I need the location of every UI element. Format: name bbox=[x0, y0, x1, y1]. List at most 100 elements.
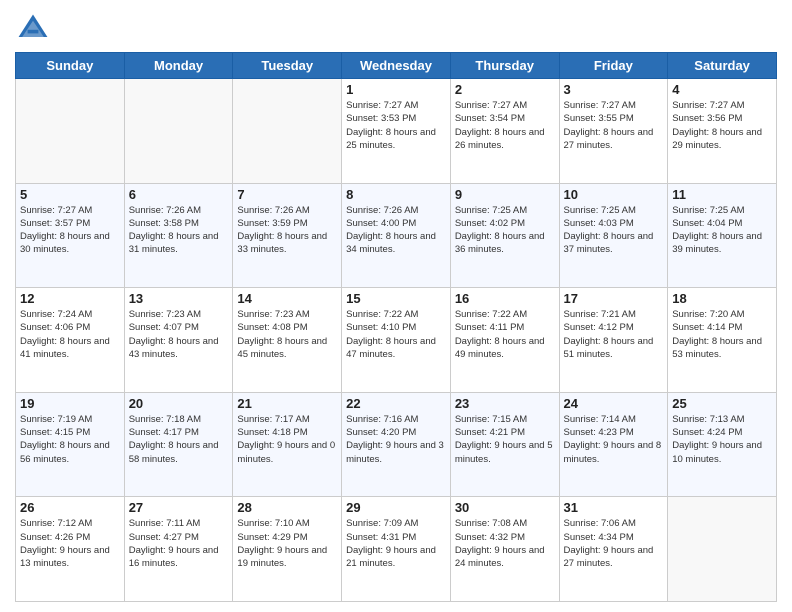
day-number: 17 bbox=[564, 291, 664, 306]
day-number: 8 bbox=[346, 187, 446, 202]
calendar-cell: 27Sunrise: 7:11 AM Sunset: 4:27 PM Dayli… bbox=[124, 497, 233, 602]
day-header-tuesday: Tuesday bbox=[233, 53, 342, 79]
day-info: Sunrise: 7:26 AM Sunset: 3:58 PM Dayligh… bbox=[129, 204, 229, 257]
day-header-monday: Monday bbox=[124, 53, 233, 79]
day-header-friday: Friday bbox=[559, 53, 668, 79]
day-number: 22 bbox=[346, 396, 446, 411]
header bbox=[15, 10, 777, 46]
day-info: Sunrise: 7:15 AM Sunset: 4:21 PM Dayligh… bbox=[455, 413, 555, 466]
day-header-sunday: Sunday bbox=[16, 53, 125, 79]
calendar-cell: 11 Sunrise: 7:25 AM Sunset: 4:04 PM Dayli… bbox=[668, 183, 777, 288]
day-number: 30 bbox=[455, 500, 555, 515]
day-info: Sunrise: 7:12 AM Sunset: 4:26 PM Dayligh… bbox=[20, 517, 120, 570]
calendar-cell: 1Sunrise: 7:27 AM Sunset: 3:53 PM Daylig… bbox=[342, 79, 451, 184]
calendar-cell: 26 Sunrise: 7:12 AM Sunset: 4:26 PM Dayli… bbox=[16, 497, 125, 602]
calendar-week-2: 5Sunrise: 7:27 AM Sunset: 3:57 PM Daylig… bbox=[16, 183, 777, 288]
day-header-wednesday: Wednesday bbox=[342, 53, 451, 79]
calendar-cell: 13 Sunrise: 7:23 AM Sunset: 4:07 PM Dayli… bbox=[124, 288, 233, 393]
day-number: 9 bbox=[455, 187, 555, 202]
day-number: 13 bbox=[129, 291, 229, 306]
day-number: 5 bbox=[20, 187, 120, 202]
day-header-saturday: Saturday bbox=[668, 53, 777, 79]
day-info: Sunrise: 7:20 AM Sunset: 4:14 PM Dayligh… bbox=[672, 308, 772, 361]
day-number: 16 bbox=[455, 291, 555, 306]
calendar-cell: 31 Sunrise: 7:06 AM Sunset: 4:34 PM Dayli… bbox=[559, 497, 668, 602]
day-number: 14 bbox=[237, 291, 337, 306]
day-number: 3 bbox=[564, 82, 664, 97]
calendar-cell: 9 Sunrise: 7:25 AM Sunset: 4:02 PM Daylig… bbox=[450, 183, 559, 288]
day-number: 24 bbox=[564, 396, 664, 411]
logo-icon bbox=[15, 10, 51, 46]
calendar-cell: 6 Sunrise: 7:26 AM Sunset: 3:58 PM Daylig… bbox=[124, 183, 233, 288]
calendar-cell bbox=[233, 79, 342, 184]
calendar-cell: 25 Sunrise: 7:13 AM Sunset: 4:24 PM Dayli… bbox=[668, 392, 777, 497]
calendar-cell: 22 Sunrise: 7:16 AM Sunset: 4:20 PM Dayli… bbox=[342, 392, 451, 497]
calendar-cell: 29Sunrise: 7:09 AM Sunset: 4:31 PM Dayli… bbox=[342, 497, 451, 602]
calendar-cell: 3Sunrise: 7:27 AM Sunset: 3:55 PM Daylig… bbox=[559, 79, 668, 184]
calendar-table: SundayMondayTuesdayWednesdayThursdayFrid… bbox=[15, 52, 777, 602]
day-info: Sunrise: 7:23 AM Sunset: 4:07 PM Dayligh… bbox=[129, 308, 229, 361]
day-number: 11 bbox=[672, 187, 772, 202]
calendar-cell: 7 Sunrise: 7:26 AM Sunset: 3:59 PM Daylig… bbox=[233, 183, 342, 288]
day-number: 23 bbox=[455, 396, 555, 411]
day-number: 7 bbox=[237, 187, 337, 202]
day-info: Sunrise: 7:16 AM Sunset: 4:20 PM Dayligh… bbox=[346, 413, 446, 466]
calendar-week-1: 1Sunrise: 7:27 AM Sunset: 3:53 PM Daylig… bbox=[16, 79, 777, 184]
logo bbox=[15, 10, 55, 46]
calendar-cell: 2 Sunrise: 7:27 AM Sunset: 3:54 PM Daylig… bbox=[450, 79, 559, 184]
day-info: Sunrise: 7:10 AM Sunset: 4:29 PM Dayligh… bbox=[237, 517, 337, 570]
calendar-header-row: SundayMondayTuesdayWednesdayThursdayFrid… bbox=[16, 53, 777, 79]
day-number: 26 bbox=[20, 500, 120, 515]
calendar-cell: 10Sunrise: 7:25 AM Sunset: 4:03 PM Dayli… bbox=[559, 183, 668, 288]
calendar-cell: 24 Sunrise: 7:14 AM Sunset: 4:23 PM Dayli… bbox=[559, 392, 668, 497]
day-info: Sunrise: 7:06 AM Sunset: 4:34 PM Dayligh… bbox=[564, 517, 664, 570]
day-number: 15 bbox=[346, 291, 446, 306]
day-info: Sunrise: 7:23 AM Sunset: 4:08 PM Dayligh… bbox=[237, 308, 337, 361]
calendar-week-5: 26 Sunrise: 7:12 AM Sunset: 4:26 PM Dayli… bbox=[16, 497, 777, 602]
day-number: 12 bbox=[20, 291, 120, 306]
calendar-cell: 20 Sunrise: 7:18 AM Sunset: 4:17 PM Dayli… bbox=[124, 392, 233, 497]
calendar-cell: 21 Sunrise: 7:17 AM Sunset: 4:18 PM Dayli… bbox=[233, 392, 342, 497]
calendar-cell: 12Sunrise: 7:24 AM Sunset: 4:06 PM Dayli… bbox=[16, 288, 125, 393]
day-info: Sunrise: 7:08 AM Sunset: 4:32 PM Dayligh… bbox=[455, 517, 555, 570]
calendar-cell: 19Sunrise: 7:19 AM Sunset: 4:15 PM Dayli… bbox=[16, 392, 125, 497]
day-header-thursday: Thursday bbox=[450, 53, 559, 79]
day-number: 29 bbox=[346, 500, 446, 515]
calendar-cell: 23 Sunrise: 7:15 AM Sunset: 4:21 PM Dayli… bbox=[450, 392, 559, 497]
calendar-cell: 30 Sunrise: 7:08 AM Sunset: 4:32 PM Dayli… bbox=[450, 497, 559, 602]
calendar-cell: 17 Sunrise: 7:21 AM Sunset: 4:12 PM Dayli… bbox=[559, 288, 668, 393]
day-info: Sunrise: 7:26 AM Sunset: 4:00 PM Dayligh… bbox=[346, 204, 446, 257]
day-number: 20 bbox=[129, 396, 229, 411]
day-info: Sunrise: 7:22 AM Sunset: 4:10 PM Dayligh… bbox=[346, 308, 446, 361]
day-number: 25 bbox=[672, 396, 772, 411]
calendar-week-4: 19Sunrise: 7:19 AM Sunset: 4:15 PM Dayli… bbox=[16, 392, 777, 497]
day-number: 2 bbox=[455, 82, 555, 97]
day-info: Sunrise: 7:25 AM Sunset: 4:02 PM Dayligh… bbox=[455, 204, 555, 257]
day-number: 21 bbox=[237, 396, 337, 411]
calendar-cell: 18Sunrise: 7:20 AM Sunset: 4:14 PM Dayli… bbox=[668, 288, 777, 393]
day-info: Sunrise: 7:25 AM Sunset: 4:04 PM Dayligh… bbox=[672, 204, 772, 257]
day-info: Sunrise: 7:27 AM Sunset: 3:53 PM Dayligh… bbox=[346, 99, 446, 152]
day-number: 19 bbox=[20, 396, 120, 411]
calendar-cell: 16Sunrise: 7:22 AM Sunset: 4:11 PM Dayli… bbox=[450, 288, 559, 393]
day-info: Sunrise: 7:27 AM Sunset: 3:54 PM Dayligh… bbox=[455, 99, 555, 152]
calendar-week-3: 12Sunrise: 7:24 AM Sunset: 4:06 PM Dayli… bbox=[16, 288, 777, 393]
day-info: Sunrise: 7:21 AM Sunset: 4:12 PM Dayligh… bbox=[564, 308, 664, 361]
day-info: Sunrise: 7:26 AM Sunset: 3:59 PM Dayligh… bbox=[237, 204, 337, 257]
day-number: 28 bbox=[237, 500, 337, 515]
day-number: 10 bbox=[564, 187, 664, 202]
calendar-cell: 5Sunrise: 7:27 AM Sunset: 3:57 PM Daylig… bbox=[16, 183, 125, 288]
day-info: Sunrise: 7:18 AM Sunset: 4:17 PM Dayligh… bbox=[129, 413, 229, 466]
day-info: Sunrise: 7:17 AM Sunset: 4:18 PM Dayligh… bbox=[237, 413, 337, 466]
day-number: 31 bbox=[564, 500, 664, 515]
day-info: Sunrise: 7:14 AM Sunset: 4:23 PM Dayligh… bbox=[564, 413, 664, 466]
day-number: 27 bbox=[129, 500, 229, 515]
day-number: 6 bbox=[129, 187, 229, 202]
day-info: Sunrise: 7:13 AM Sunset: 4:24 PM Dayligh… bbox=[672, 413, 772, 466]
day-info: Sunrise: 7:27 AM Sunset: 3:56 PM Dayligh… bbox=[672, 99, 772, 152]
calendar-cell: 14 Sunrise: 7:23 AM Sunset: 4:08 PM Dayli… bbox=[233, 288, 342, 393]
day-number: 4 bbox=[672, 82, 772, 97]
page: SundayMondayTuesdayWednesdayThursdayFrid… bbox=[0, 0, 792, 612]
calendar-cell bbox=[16, 79, 125, 184]
calendar-cell: 15 Sunrise: 7:22 AM Sunset: 4:10 PM Dayli… bbox=[342, 288, 451, 393]
